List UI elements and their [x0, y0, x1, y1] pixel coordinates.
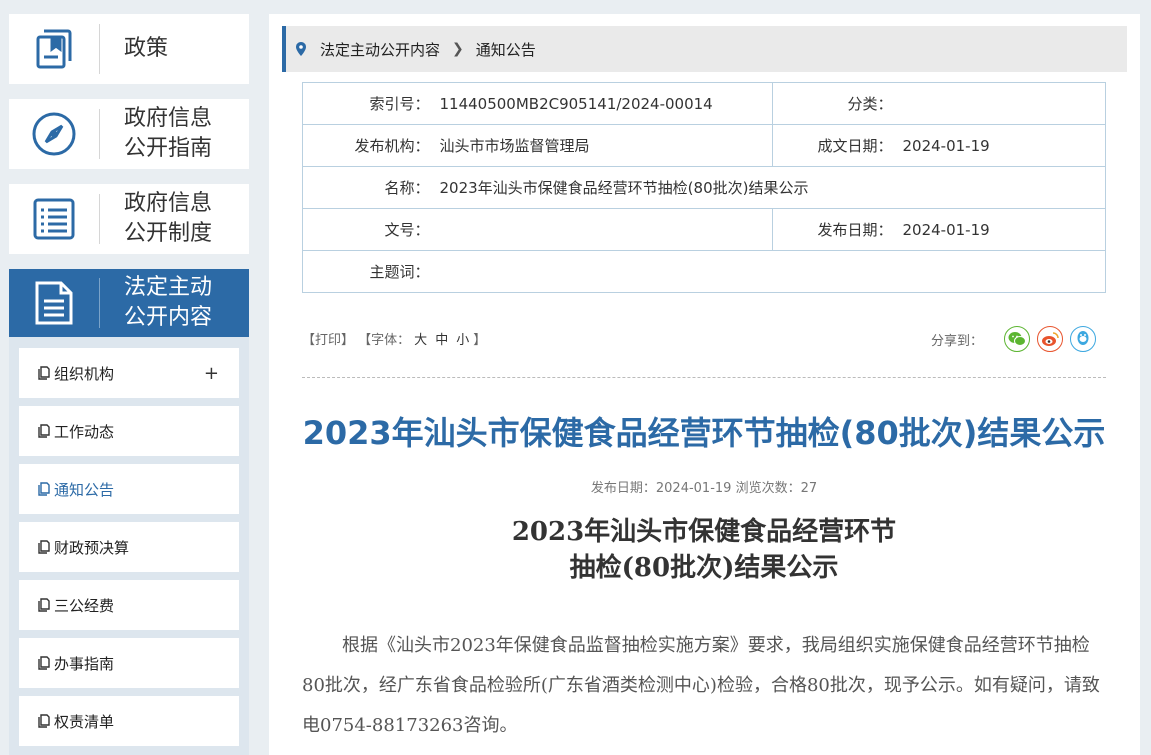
sidebar-item-policy[interactable]: 政策: [9, 14, 249, 84]
print-font-controls: 【打印】 【字体：大中小】: [302, 329, 486, 348]
page-icon: [38, 366, 50, 380]
font-small-button[interactable]: 小: [456, 333, 469, 348]
document-heading: 2023年汕头市保健食品经营环节 抽检(80批次)结果公示: [511, 517, 897, 583]
submenu-item-label: 办事指南: [54, 654, 115, 673]
sidebar-item-label: 政府信息 公开制度: [124, 191, 213, 246]
submenu-item-service-guide[interactable]: 办事指南: [19, 638, 239, 688]
table-row: 主题词：: [302, 250, 1106, 293]
created-date-label: 成文日期：: [772, 124, 893, 167]
submenu-item-label: 三公经费: [54, 596, 115, 615]
keywords-label: 主题词：: [302, 250, 430, 293]
document-icon: [9, 268, 99, 338]
list-document-icon: [9, 184, 99, 254]
index-label: 索引号：: [302, 82, 430, 125]
font-size-prefix: 【字体：: [358, 333, 411, 348]
table-row: 文号： 发布日期： 2024-01-19: [302, 208, 1106, 251]
article-title: 2023年汕头市保健食品经营环节抽检(80批次)结果公示: [302, 414, 1106, 452]
category-value: [892, 82, 1106, 125]
expand-icon[interactable]: +: [204, 363, 219, 384]
sidebar-item-label: 法定主动 公开内容: [124, 275, 213, 330]
index-value: 11440500MB2C905141/2024-00014: [429, 82, 773, 125]
sidebar-item-statutory-content[interactable]: 法定主动 公开内容: [9, 269, 249, 337]
sidebar-item-disclosure-guide[interactable]: 政府信息 公开指南: [9, 99, 249, 169]
submenu-item-organization[interactable]: 组织机构 +: [19, 348, 239, 398]
views-value: 27: [800, 481, 818, 496]
submenu-item-label: 权责清单: [54, 712, 115, 731]
print-button[interactable]: 【打印】: [302, 333, 354, 348]
weibo-share-icon[interactable]: [1037, 326, 1063, 352]
table-row: 索引号： 11440500MB2C905141/2024-00014 分类：: [302, 82, 1106, 125]
share-label: 分享到：: [930, 333, 983, 349]
location-pin-icon: [296, 42, 306, 56]
page-icon: [38, 598, 50, 612]
page-icon: [38, 482, 50, 496]
date-value: 2024-01-19: [655, 481, 732, 496]
compass-icon: [9, 99, 99, 169]
font-size-suffix: 】: [473, 333, 487, 348]
page-icon: [38, 656, 50, 670]
submenu-item-label: 财政预决算: [54, 538, 130, 557]
keywords-value: [429, 250, 1106, 293]
sidebar: 政策 政府信息 公开指南 政府信息 公开制度 法定主动 公开内容 组织机构 + …: [0, 0, 258, 755]
name-value: 2023年汕头市保健食品经营环节抽检(80批次)结果公示: [429, 166, 1106, 209]
views-label: 浏览次数：: [735, 481, 801, 496]
publisher-value: 汕头市市场监督管理局: [429, 124, 773, 167]
wechat-share-icon[interactable]: [1004, 326, 1030, 352]
published-date-value: 2024-01-19: [892, 208, 1106, 251]
book-icon: [9, 14, 99, 84]
article-toolbar: 【打印】 【字体：大中小】 分享到：: [302, 326, 1106, 352]
main-content: 法定主动公开内容 ❯ 通知公告 索引号： 11440500MB2C905141/…: [269, 14, 1140, 755]
breadcrumb: 法定主动公开内容 ❯ 通知公告: [282, 26, 1127, 72]
published-date-label: 发布日期：: [772, 208, 893, 251]
table-row: 发布机构： 汕头市市场监督管理局 成文日期： 2024-01-19: [302, 124, 1106, 167]
submenu-item-three-public-expenses[interactable]: 三公经费: [19, 580, 239, 630]
name-label: 名称：: [302, 166, 430, 209]
submenu-item-label: 工作动态: [54, 422, 115, 441]
share-bar: 分享到：: [931, 326, 1096, 352]
sidebar-item-label: 政府信息 公开指南: [124, 106, 213, 161]
submenu-item-label: 通知公告: [54, 480, 115, 499]
article-meta: 发布日期：2024-01-19 浏览次数：27: [302, 477, 1106, 496]
page-icon: [38, 714, 50, 728]
submenu-item-work-news[interactable]: 工作动态: [19, 406, 239, 456]
qq-share-icon[interactable]: [1070, 326, 1096, 352]
doc-number-value: [429, 208, 773, 251]
breadcrumb-link-notices[interactable]: 通知公告: [476, 39, 536, 60]
doc-number-label: 文号：: [302, 208, 430, 251]
submenu-item-budget[interactable]: 财政预决算: [19, 522, 239, 572]
submenu-item-responsibility-list[interactable]: 权责清单: [19, 696, 239, 746]
category-label: 分类：: [772, 82, 893, 125]
breadcrumb-link-statutory-content[interactable]: 法定主动公开内容: [320, 39, 440, 60]
date-label: 发布日期：: [590, 481, 656, 496]
publisher-label: 发布机构：: [302, 124, 430, 167]
font-medium-button[interactable]: 中: [435, 333, 448, 348]
submenu: 组织机构 + 工作动态 通知公告 财政预决算 三公经费 办事指南 权责清单: [9, 337, 249, 755]
chevron-right-icon: ❯: [452, 41, 464, 57]
created-date-value: 2024-01-19: [892, 124, 1106, 167]
table-row: 名称： 2023年汕头市保健食品经营环节抽检(80批次)结果公示: [302, 166, 1106, 209]
sidebar-item-disclosure-system[interactable]: 政府信息 公开制度: [9, 184, 249, 254]
page-icon: [38, 540, 50, 554]
divider: [302, 377, 1106, 378]
metadata-table: 索引号： 11440500MB2C905141/2024-00014 分类： 发…: [302, 82, 1106, 293]
page-icon: [38, 424, 50, 438]
submenu-item-notices[interactable]: 通知公告: [19, 464, 239, 514]
font-large-button[interactable]: 大: [414, 333, 427, 348]
article-body: 根据《汕头市2023年保健食品监督抽检实施方案》要求，我局组织实施保健食品经营环…: [302, 635, 1100, 736]
submenu-item-label: 组织机构: [54, 364, 115, 383]
sidebar-item-label: 政策: [124, 36, 169, 61]
